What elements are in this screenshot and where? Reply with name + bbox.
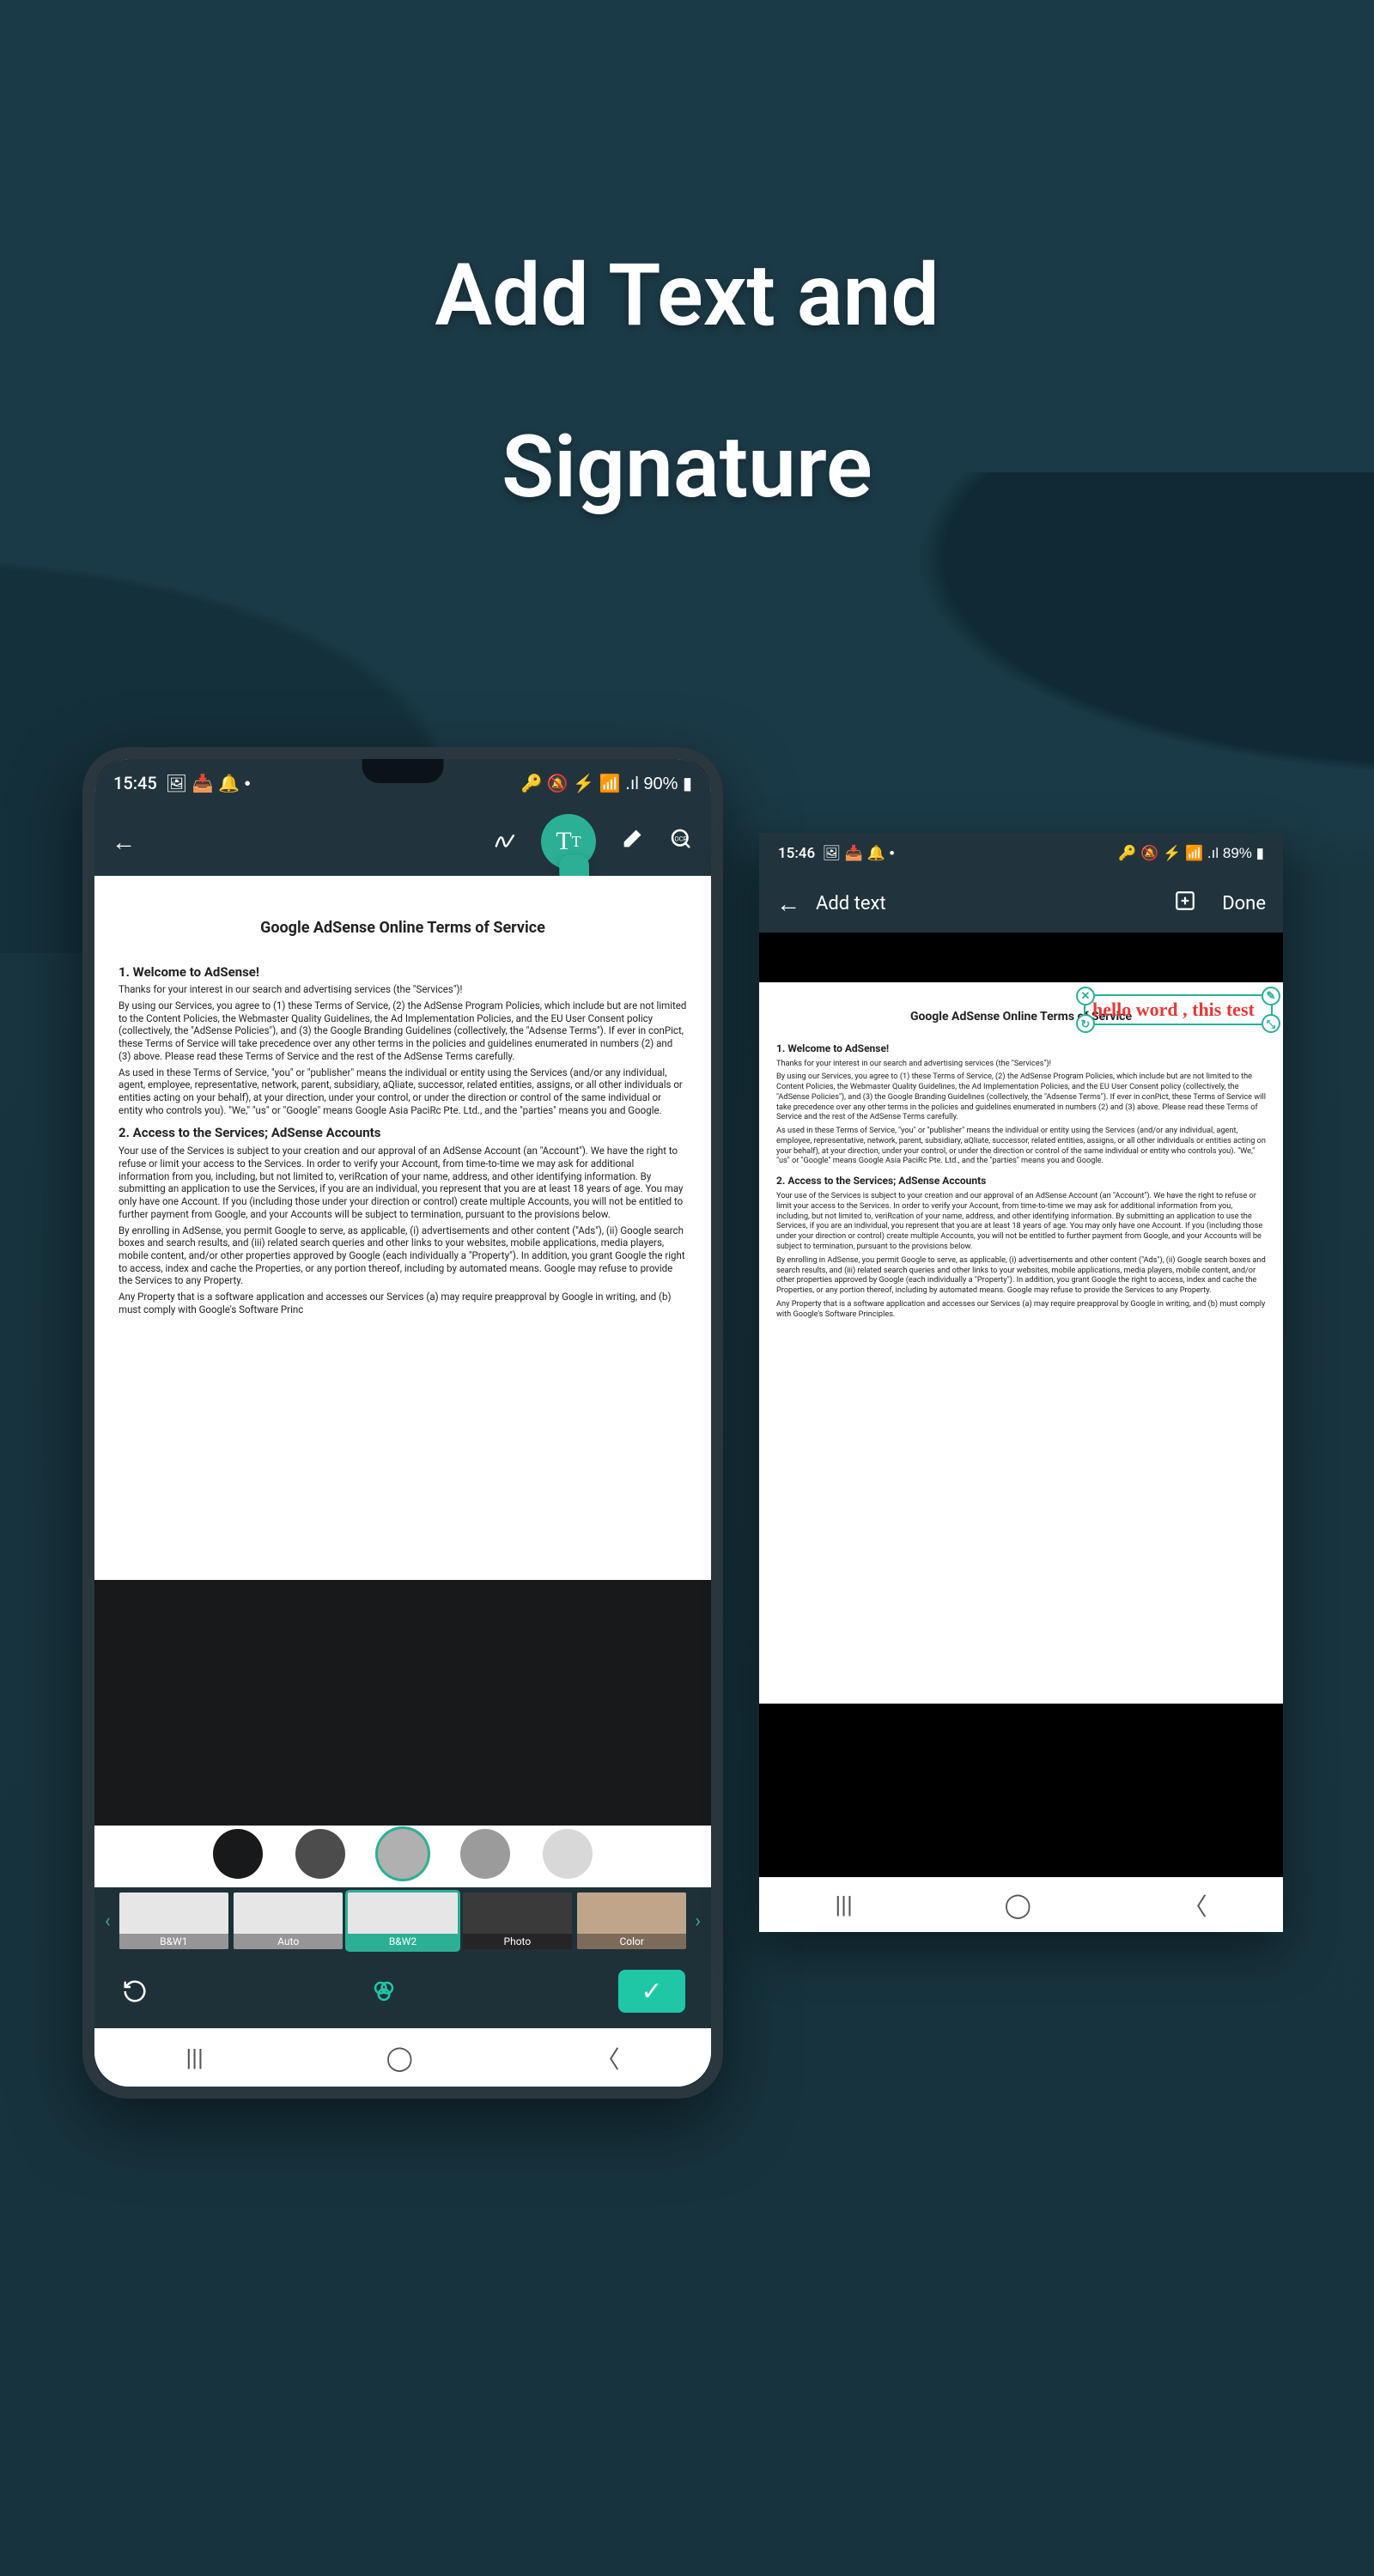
editor-toolbar: ← TT OCR xyxy=(94,807,711,876)
add-textbox-icon[interactable] xyxy=(1174,890,1196,917)
phone-1: 15:45 🖼 📥 🔔 • 🔑 🔕 ⚡ 📶 .ıl 90% ▮ ← TT OCR xyxy=(82,747,723,2099)
nav-home-icon[interactable]: ◯ xyxy=(386,2044,413,2072)
handle-resize-icon[interactable]: ⤡ xyxy=(1262,1014,1280,1033)
filter-strip: ‹ B&W1 Auto B&W2 Photo Color › xyxy=(94,1887,711,1954)
status-bar: 15:46 🖼 📥 🔔 • 🔑 🔕 ⚡ 📶 .ıl 89% ▮ xyxy=(759,833,1283,874)
filter-next-icon[interactable]: › xyxy=(691,1911,704,1932)
bottom-actions: ✓ xyxy=(94,1954,711,2028)
nav-recent-icon[interactable]: ||| xyxy=(835,1891,853,1919)
back-icon[interactable]: ← xyxy=(112,828,136,856)
document-viewport[interactable]: Google AdSense Online Terms of Service 1… xyxy=(759,982,1283,1791)
doc-title: Google AdSense Online Terms of Service xyxy=(119,919,687,939)
color-swatch[interactable] xyxy=(378,1829,428,1879)
handle-rotate-icon[interactable]: ↻ xyxy=(1076,1014,1095,1033)
svg-text:OCR: OCR xyxy=(675,835,688,842)
back-icon[interactable]: ← xyxy=(776,890,800,918)
android-nav: ||| ◯ 〈 xyxy=(94,2028,711,2087)
scanned-page: Google AdSense Online Terms of Service 1… xyxy=(759,982,1283,1704)
filter-label: Photo xyxy=(463,1934,572,1949)
filter-thumb[interactable]: B&W2 xyxy=(348,1893,457,1949)
black-band-bottom xyxy=(759,1791,1283,1877)
editable-text-box[interactable]: hello word , this test ✕ ✎ ↻ ⤡ xyxy=(1084,994,1273,1025)
filter-label: Color xyxy=(577,1934,686,1949)
color-swatch[interactable] xyxy=(213,1829,263,1879)
filter-label: B&W1 xyxy=(119,1934,228,1949)
color-adjust-icon[interactable] xyxy=(369,1977,398,2006)
nav-home-icon[interactable]: ◯ xyxy=(1005,1891,1031,1919)
ocr-icon[interactable]: OCR xyxy=(668,826,694,858)
filter-thumb[interactable]: B&W1 xyxy=(119,1893,228,1949)
handle-edit-icon[interactable]: ✎ xyxy=(1262,987,1280,1005)
nav-back-icon[interactable]: 〈 xyxy=(596,2041,620,2075)
addtext-toolbar: ← Add text Done xyxy=(759,874,1283,933)
filter-thumb[interactable]: Color xyxy=(577,1893,686,1949)
scanned-page: Google AdSense Online Terms of Service 1… xyxy=(94,876,711,1580)
phone-2: 15:46 🖼 📥 🔔 • 🔑 🔕 ⚡ 📶 .ıl 89% ▮ ← Add te… xyxy=(759,833,1283,1932)
rotate-icon[interactable] xyxy=(120,1977,149,2006)
black-band-top xyxy=(759,933,1283,982)
confirm-button[interactable]: ✓ xyxy=(618,1970,685,2013)
filter-label: B&W2 xyxy=(348,1934,457,1949)
text-tool-button[interactable]: TT xyxy=(541,814,596,869)
filter-thumb[interactable]: Auto xyxy=(234,1893,343,1949)
handle-delete-icon[interactable]: ✕ xyxy=(1076,987,1095,1005)
hero-title: Add Text and Signature xyxy=(0,240,1374,524)
done-button[interactable]: Done xyxy=(1222,893,1266,914)
filter-prev-icon[interactable]: ‹ xyxy=(101,1911,114,1932)
sign-icon[interactable] xyxy=(493,827,517,857)
filter-label: Auto xyxy=(234,1934,343,1949)
color-swatch[interactable] xyxy=(543,1829,593,1879)
nav-recent-icon[interactable]: ||| xyxy=(185,2044,204,2072)
color-swatch[interactable] xyxy=(460,1829,510,1879)
android-nav: ||| ◯ 〈 xyxy=(759,1877,1283,1932)
color-swatch[interactable] xyxy=(295,1829,345,1879)
filter-thumb[interactable]: Photo xyxy=(463,1893,572,1949)
document-viewport[interactable]: Google AdSense Online Terms of Service 1… xyxy=(94,876,711,1826)
nav-back-icon[interactable]: 〈 xyxy=(1183,1888,1207,1923)
eraser-icon[interactable] xyxy=(620,827,644,857)
screen-title: Add text xyxy=(816,893,886,914)
color-swatches xyxy=(94,1826,711,1887)
